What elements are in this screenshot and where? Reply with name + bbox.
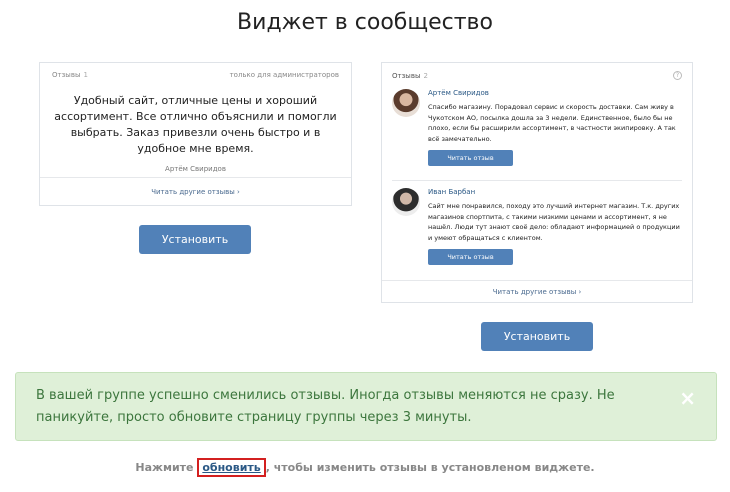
refresh-hint: Нажмите обновить, чтобы изменить отзывы … bbox=[0, 458, 730, 477]
divider bbox=[392, 180, 682, 181]
avatar bbox=[392, 89, 420, 117]
alert-message: В вашей группе успешно сменились отзывы.… bbox=[36, 388, 615, 425]
widget-review-count: 2 bbox=[423, 71, 428, 80]
review-author-name[interactable]: Иван Барбан bbox=[428, 188, 682, 196]
review-author: Артём Свиридов bbox=[165, 165, 226, 173]
widget-header-label: Отзывы bbox=[392, 71, 421, 80]
install-button[interactable]: Установить bbox=[139, 225, 251, 254]
review-text: Сайт мне понравился, походу это лучший и… bbox=[428, 202, 680, 242]
read-more-reviews-link[interactable]: Читать другие отзывы › bbox=[382, 280, 692, 302]
widget-header: Отзывы 1 только для администраторов bbox=[40, 63, 351, 79]
help-icon[interactable]: ? bbox=[673, 71, 682, 80]
widget-preview-list: Отзывы 2 ? Артём Свиридов Спасибо магазин… bbox=[381, 62, 693, 303]
review-text: Спасибо магазину. Порадовал сервис и ско… bbox=[428, 103, 676, 143]
read-review-button[interactable]: Читать отзыв bbox=[428, 249, 513, 265]
avatar bbox=[392, 188, 420, 216]
read-review-button[interactable]: Читать отзыв bbox=[428, 150, 513, 166]
refresh-link[interactable]: обновить bbox=[197, 458, 266, 477]
hint-text-after: , чтобы изменить отзывы в установленом в… bbox=[265, 461, 595, 474]
widget-review-count: 1 bbox=[83, 71, 88, 79]
widget-header: Отзывы 2 ? bbox=[382, 63, 692, 80]
close-icon[interactable]: × bbox=[679, 387, 696, 409]
page-title: Виджет в сообщество bbox=[237, 10, 493, 35]
review-author-name[interactable]: Артём Свиридов bbox=[428, 89, 682, 97]
install-button[interactable]: Установить bbox=[481, 322, 593, 351]
read-more-reviews-link[interactable]: Читать другие отзывы › bbox=[40, 177, 351, 205]
hint-text-before: Нажмите bbox=[135, 461, 198, 474]
review-text: Удобный сайт, отличные цены и хороший ас… bbox=[54, 94, 337, 155]
widget-header-label: Отзывы bbox=[52, 71, 81, 79]
admin-only-note: только для администраторов bbox=[229, 71, 339, 79]
widget-preview-single: Отзывы 1 только для администраторов Удобн… bbox=[39, 62, 352, 206]
success-alert: В вашей группе успешно сменились отзывы.… bbox=[15, 372, 717, 441]
